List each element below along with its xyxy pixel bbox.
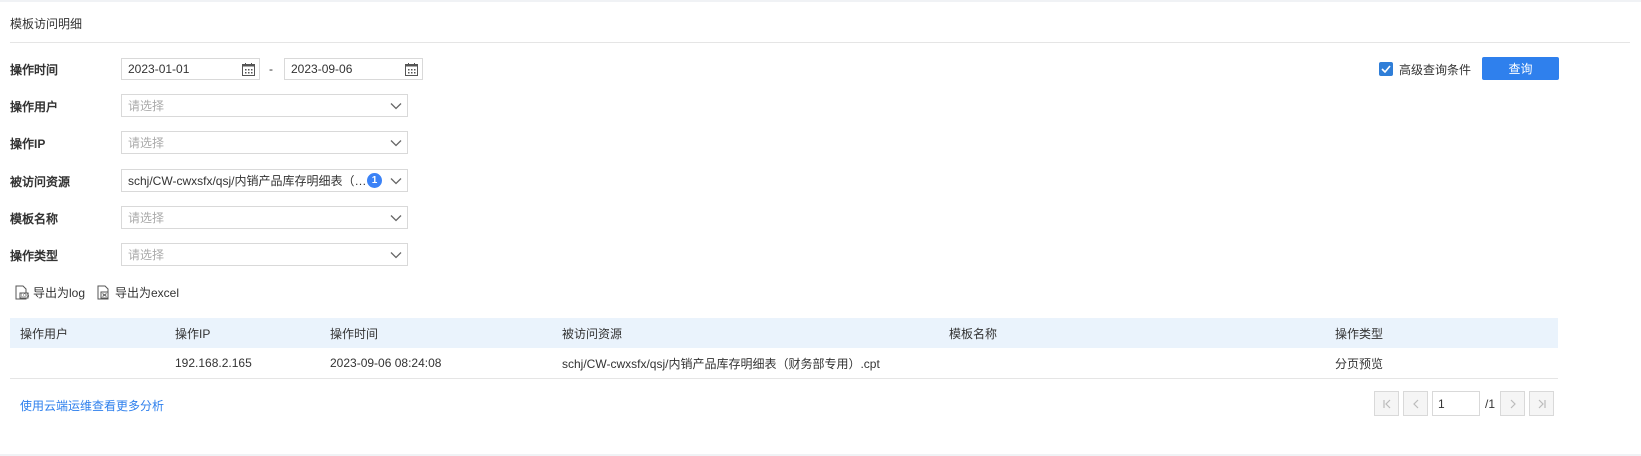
- template-row: 模板名称: [10, 206, 122, 230]
- cell-ip: 192.168.2.165: [175, 356, 252, 370]
- next-page-button[interactable]: [1500, 391, 1525, 416]
- checkbox-checked-icon[interactable]: [1379, 62, 1393, 76]
- first-page-icon: [1382, 399, 1390, 408]
- end-date-input[interactable]: 2023-09-06: [284, 58, 423, 80]
- advanced-query-toggle[interactable]: 高级查询条件: [1379, 60, 1471, 78]
- first-page-button[interactable]: [1374, 391, 1399, 416]
- cell-optype: 分页预览: [1335, 356, 1384, 371]
- resource-value: schj/CW-cwxsfx/qsj/内销产品库存明细表（财务部专用）.cpt: [128, 174, 367, 188]
- export-log-icon: LOG: [15, 285, 29, 300]
- access-detail-table: 操作用户 操作IP 操作时间 被访问资源 模板名称 操作类型 192.168.2…: [10, 318, 1558, 379]
- time-label: 操作时间: [10, 62, 59, 77]
- last-page-icon: [1538, 399, 1546, 408]
- calendar-icon[interactable]: [237, 59, 259, 79]
- user-label: 操作用户: [10, 99, 59, 114]
- calendar-icon[interactable]: [400, 59, 422, 79]
- ip-placeholder: 请选择: [128, 136, 165, 150]
- column-header[interactable]: 模板名称: [949, 325, 997, 342]
- chevron-left-icon: [1412, 399, 1418, 408]
- column-header[interactable]: 操作用户: [20, 325, 68, 342]
- export-excel-icon: [97, 285, 109, 300]
- resource-label: 被访问资源: [10, 174, 71, 189]
- advanced-query-label: 高级查询条件: [1399, 62, 1472, 77]
- page-title: 模板访问明细: [10, 17, 83, 31]
- last-page-button[interactable]: [1529, 391, 1554, 416]
- ip-row: 操作IP: [10, 131, 122, 155]
- template-placeholder: 请选择: [128, 211, 165, 225]
- page-total: /1: [1485, 397, 1496, 411]
- user-select[interactable]: 请选择: [121, 94, 408, 117]
- start-date-value: 2023-01-01: [128, 62, 190, 76]
- chevron-down-icon: [385, 214, 407, 222]
- optype-placeholder: 请选择: [128, 248, 165, 262]
- svg-text:LOG: LOG: [21, 293, 29, 298]
- cell-resource: schj/CW-cwxsfx/qsj/内销产品库存明细表（财务部专用）.cpt: [562, 356, 880, 371]
- column-header[interactable]: 被访问资源: [562, 325, 622, 342]
- ip-label: 操作IP: [10, 136, 46, 151]
- user-placeholder: 请选择: [128, 99, 165, 113]
- time-row: 操作时间: [10, 57, 122, 81]
- export-log-button[interactable]: LOG 导出为log: [14, 284, 85, 301]
- export-log-label: 导出为log: [33, 286, 86, 300]
- export-excel-button[interactable]: 导出为excel: [96, 284, 179, 301]
- chevron-down-icon: [385, 139, 407, 147]
- title-divider: [10, 42, 1630, 43]
- optype-row: 操作类型: [10, 243, 122, 267]
- end-date-value: 2023-09-06: [291, 62, 353, 76]
- chevron-right-icon: [1510, 399, 1516, 408]
- resource-select[interactable]: schj/CW-cwxsfx/qsj/内销产品库存明细表（财务部专用）.cpt …: [121, 169, 408, 192]
- column-header[interactable]: 操作时间: [330, 325, 378, 342]
- chevron-down-icon: [385, 102, 407, 110]
- query-button[interactable]: 查询: [1482, 57, 1559, 80]
- resource-row: 被访问资源: [10, 169, 122, 193]
- prev-page-button[interactable]: [1403, 391, 1428, 416]
- column-header[interactable]: 操作IP: [175, 325, 210, 342]
- template-select[interactable]: 请选择: [121, 206, 408, 229]
- chevron-down-icon: [385, 251, 407, 259]
- main-panel: 模板访问明细 操作时间 2023-01-01 - 2023-09-06 操作用户…: [0, 2, 1641, 454]
- date-separator: -: [269, 62, 273, 76]
- optype-select[interactable]: 请选择: [121, 243, 408, 266]
- ip-select[interactable]: 请选择: [121, 131, 408, 154]
- cell-time: 2023-09-06 08:24:08: [330, 356, 442, 370]
- start-date-input[interactable]: 2023-01-01: [121, 58, 260, 80]
- template-label: 模板名称: [10, 211, 59, 226]
- user-row: 操作用户: [10, 94, 122, 118]
- cloud-analysis-link[interactable]: 使用云端运维查看更多分析: [20, 397, 164, 414]
- optype-label: 操作类型: [10, 248, 59, 263]
- table-header: 操作用户 操作IP 操作时间 被访问资源 模板名称 操作类型: [10, 318, 1558, 348]
- table-row[interactable]: 192.168.2.165 2023-09-06 08:24:08 schj/C…: [10, 348, 1558, 379]
- selected-count-badge: 1: [367, 173, 382, 188]
- column-header[interactable]: 操作类型: [1335, 325, 1383, 342]
- chevron-down-icon: [385, 177, 407, 185]
- page-number-input[interactable]: [1432, 391, 1480, 416]
- export-excel-label: 导出为excel: [115, 286, 180, 300]
